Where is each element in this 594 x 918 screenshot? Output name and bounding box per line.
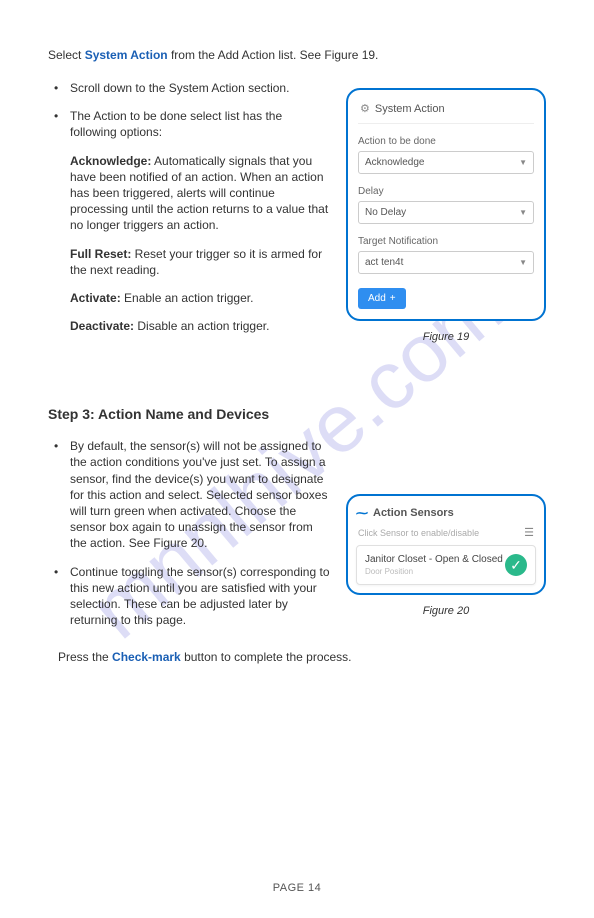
panel19-header: System Action	[358, 98, 534, 124]
select-delay[interactable]: No Delay ▼	[358, 201, 534, 224]
check-circle-icon: ✓	[505, 554, 527, 576]
label-delay: Delay	[358, 186, 534, 197]
step3-heading: Step 3: Action Name and Devices	[48, 406, 546, 422]
activate-term: Activate:	[70, 291, 121, 305]
filter-icon[interactable]: ☰	[524, 526, 534, 539]
plus-icon: +	[390, 293, 396, 304]
add-label: Add	[368, 293, 386, 304]
intro-pre: Select	[48, 48, 85, 62]
figure-19-caption: Figure 19	[346, 331, 546, 343]
activate-text: Enable an action trigger.	[121, 291, 254, 305]
label-action: Action to be done	[358, 136, 534, 147]
chevron-down-icon: ▼	[519, 208, 527, 217]
select-action-value: Acknowledge	[365, 157, 424, 168]
intro-post: from the Add Action list. See Figure 19.	[168, 48, 379, 62]
sensor-title: Janitor Closet - Open & Closed	[365, 554, 503, 565]
press-post: button to complete the process.	[181, 650, 352, 664]
select-target-value: act ten4t	[365, 257, 403, 268]
label-target: Target Notification	[358, 236, 534, 247]
press-line: Press the Check-mark button to complete …	[48, 650, 546, 664]
panel20-sublabel: Click Sensor to enable/disable ☰	[356, 526, 536, 545]
panel20-header: Action Sensors	[356, 504, 536, 526]
panel20-title: Action Sensors	[373, 507, 454, 519]
chevron-down-icon: ▼	[519, 158, 527, 167]
select-target[interactable]: act ten4t ▼	[358, 251, 534, 274]
select-action[interactable]: Acknowledge ▼	[358, 151, 534, 174]
panel19-title: System Action	[375, 103, 445, 115]
intro-line: Select System Action from the Add Action…	[48, 48, 546, 62]
sensor-card[interactable]: Janitor Closet - Open & Closed Door Posi…	[356, 545, 536, 585]
action-sensors-panel: Action Sensors Click Sensor to enable/di…	[346, 494, 546, 595]
gear-icon	[360, 102, 370, 115]
chevron-down-icon: ▼	[519, 258, 527, 267]
intro-link: System Action	[85, 48, 168, 62]
press-link: Check-mark	[112, 650, 181, 664]
page-number: PAGE 14	[0, 882, 594, 894]
press-pre: Press the	[58, 650, 112, 664]
step3-bullet2: Continue toggling the sensor(s) correspo…	[48, 564, 332, 629]
reset-term: Full Reset:	[70, 247, 131, 261]
deactivate-def: Deactivate: Disable an action trigger.	[70, 318, 332, 334]
select-delay-value: No Delay	[365, 207, 406, 218]
add-button[interactable]: Add +	[358, 288, 406, 309]
step3-bullet1: By default, the sensor(s) will not be as…	[48, 438, 332, 551]
pulse-icon	[356, 506, 368, 520]
panel20-sub-text: Click Sensor to enable/disable	[358, 528, 479, 538]
ack-term: Acknowledge:	[70, 154, 151, 168]
deactivate-term: Deactivate:	[70, 319, 134, 333]
figure-20-caption: Figure 20	[346, 605, 546, 617]
section1-bullet2: The Action to be done select list has th…	[48, 108, 332, 140]
system-action-panel: System Action Action to be done Acknowle…	[346, 88, 546, 321]
acknowledge-def: Acknowledge: Automatically signals that …	[70, 153, 332, 234]
deactivate-text: Disable an action trigger.	[134, 319, 269, 333]
section1-bullet1: Scroll down to the System Action section…	[48, 80, 332, 96]
reset-def: Full Reset: Reset your trigger so it is …	[70, 246, 332, 278]
sensor-sub: Door Position	[365, 567, 503, 576]
activate-def: Activate: Enable an action trigger.	[70, 290, 332, 306]
